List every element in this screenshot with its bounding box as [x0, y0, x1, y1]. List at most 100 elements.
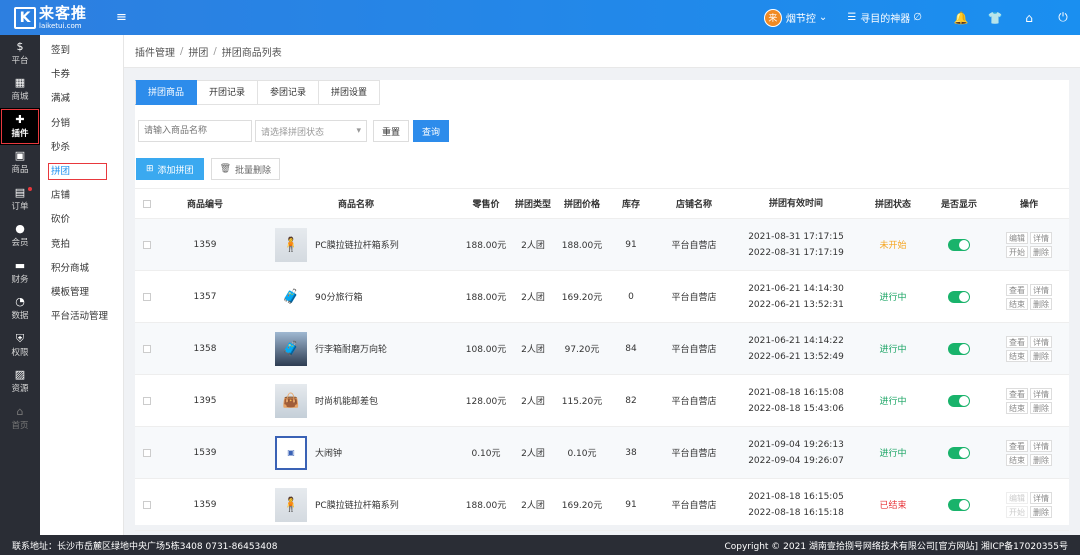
- row-action-button[interactable]: 查看: [1006, 335, 1028, 348]
- row-action-button[interactable]: 删除: [1030, 297, 1052, 310]
- subnav-item-label: 竞拍: [51, 238, 71, 250]
- nav-icon: ⌂: [16, 404, 24, 418]
- tab[interactable]: 参团记录: [258, 80, 320, 105]
- sidebar-item[interactable]: ▨ 资源: [0, 364, 40, 401]
- subnav-item[interactable]: 拼团: [40, 160, 123, 184]
- product-id: 1359: [193, 499, 217, 510]
- subnav-item[interactable]: 竞拍: [40, 233, 123, 257]
- row-action-button[interactable]: 开始: [1006, 505, 1028, 518]
- sidebar-item[interactable]: ▤ 订单: [0, 181, 40, 218]
- row-checkbox[interactable]: [143, 396, 151, 405]
- row-action-button[interactable]: 删除: [1030, 505, 1052, 518]
- sidebar-item[interactable]: ▬ 财务: [0, 254, 40, 291]
- sidebar-item[interactable]: ● 会员: [0, 218, 40, 255]
- reset-button[interactable]: 重置: [373, 120, 410, 142]
- row-action-button[interactable]: 删除: [1030, 453, 1052, 466]
- product-thumbnail: 🧍: [275, 227, 307, 262]
- subnav-item[interactable]: 卡券: [40, 63, 123, 87]
- tab[interactable]: 拼团设置: [319, 80, 381, 105]
- row-checkbox[interactable]: [143, 240, 151, 249]
- subnav-item[interactable]: 分销: [40, 112, 123, 136]
- menu-toggle-icon[interactable]: ≡: [116, 10, 127, 25]
- product-id: 1539: [193, 447, 217, 458]
- row-action-button[interactable]: 结束: [1006, 349, 1028, 362]
- row-action-button[interactable]: 结束: [1006, 401, 1028, 414]
- sidebar-item[interactable]: ▦ 商城: [0, 72, 40, 109]
- subnav-item-label: 砍价: [51, 214, 71, 226]
- row-action-button[interactable]: 编辑: [1006, 491, 1028, 504]
- select-all-checkbox[interactable]: [143, 199, 151, 208]
- row-action-button[interactable]: 删除: [1030, 401, 1052, 414]
- subnav-item[interactable]: 模板管理: [40, 281, 123, 305]
- row-action-button[interactable]: 查看: [1006, 283, 1028, 296]
- row-checkbox[interactable]: [143, 344, 151, 353]
- sidebar-item[interactable]: ◔ 数据: [0, 291, 40, 328]
- row-action-button[interactable]: 详情: [1030, 231, 1052, 244]
- display-toggle[interactable]: [948, 394, 970, 407]
- tool-finder-button[interactable]: ☰ 寻目的神器 ∅: [847, 10, 922, 25]
- valid-period: 2021-06-21 14:14:30 2022-06-21 13:52:31: [735, 281, 857, 313]
- sidebar-item[interactable]: ✚ 插件: [0, 108, 40, 145]
- home-icon[interactable]: ⌂: [1012, 11, 1046, 25]
- subnav-item[interactable]: 签到: [40, 39, 123, 63]
- tab[interactable]: 拼团商品: [135, 80, 198, 105]
- col-header: 拼团类型: [514, 200, 551, 210]
- row-action-button[interactable]: 详情: [1030, 439, 1052, 452]
- breadcrumb-item[interactable]: 拼团: [188, 44, 208, 59]
- product-name: 90分旅行箱: [315, 293, 363, 303]
- display-toggle[interactable]: [948, 238, 970, 251]
- row-action-button[interactable]: 删除: [1030, 349, 1052, 362]
- product-name-input[interactable]: [138, 120, 252, 142]
- nav-icon: $: [16, 39, 24, 53]
- row-action-button[interactable]: 删除: [1030, 245, 1052, 258]
- row-action-button[interactable]: 开始: [1006, 245, 1028, 258]
- row-checkbox[interactable]: [143, 292, 151, 301]
- subnav-item[interactable]: 积分商城: [40, 257, 123, 281]
- start-time: 2021-08-31 17:17:15: [748, 231, 844, 242]
- subnav-item-label: 分销: [51, 117, 71, 129]
- subnav-item[interactable]: 满减: [40, 87, 123, 111]
- row-checkbox[interactable]: [143, 448, 151, 457]
- sidebar-item[interactable]: ▣ 商品: [0, 145, 40, 182]
- display-toggle[interactable]: [948, 290, 970, 303]
- product-thumbnail: 👜: [275, 383, 307, 418]
- row-action-button[interactable]: 查看: [1006, 439, 1028, 452]
- stock: 84: [625, 343, 637, 354]
- row-action-button[interactable]: 结束: [1006, 453, 1028, 466]
- tab[interactable]: 开团记录: [197, 80, 259, 105]
- subnav-item[interactable]: 平台活动管理: [40, 305, 123, 329]
- row-action-button[interactable]: 详情: [1030, 283, 1052, 296]
- row-action-button[interactable]: 查看: [1006, 387, 1028, 400]
- power-icon[interactable]: ⏻: [1046, 10, 1080, 25]
- tool-suffix: ∅: [913, 12, 922, 23]
- subnav-item[interactable]: 秒杀: [40, 136, 123, 160]
- shop-name: 平台自营店: [671, 345, 717, 355]
- display-toggle[interactable]: [948, 342, 970, 355]
- add-group-buy-button[interactable]: ⊞ 添加拼团: [136, 158, 204, 180]
- user-menu[interactable]: 来 烟节控 ⌄: [763, 8, 827, 27]
- subnav-item-label: 拼团: [48, 162, 108, 180]
- breadcrumb-item[interactable]: 插件管理: [135, 44, 175, 59]
- logo[interactable]: K 来客推 laiketui.com: [0, 0, 124, 35]
- subnav-item[interactable]: 店铺: [40, 184, 123, 208]
- shirt-icon[interactable]: 👕: [978, 11, 1012, 25]
- row-checkbox[interactable]: [143, 500, 151, 509]
- row-action-button[interactable]: 结束: [1006, 297, 1028, 310]
- end-time: 2022-08-18 16:15:18: [748, 507, 844, 518]
- col-header: 拼团有效时间: [768, 198, 823, 209]
- display-toggle[interactable]: [948, 446, 970, 459]
- display-toggle[interactable]: [948, 498, 970, 511]
- row-action-button[interactable]: 详情: [1030, 387, 1052, 400]
- sidebar-item[interactable]: $ 平台: [0, 35, 40, 72]
- subnav-item-label: 卡券: [51, 69, 71, 81]
- group-status-select[interactable]: 请选择拼团状态 ▾: [255, 120, 367, 142]
- sidebar-item[interactable]: ⛨ 权限: [0, 327, 40, 364]
- subnav-item[interactable]: 砍价: [40, 208, 123, 232]
- bell-icon[interactable]: 🔔: [944, 11, 978, 25]
- row-action-button[interactable]: 详情: [1030, 491, 1052, 504]
- sidebar-item[interactable]: ⌂ 首页: [0, 400, 40, 437]
- row-action-button[interactable]: 详情: [1030, 335, 1052, 348]
- row-action-button[interactable]: 编辑: [1006, 231, 1028, 244]
- search-button[interactable]: 查询: [413, 120, 450, 142]
- bulk-delete-button[interactable]: 🗑 批量删除: [210, 158, 281, 180]
